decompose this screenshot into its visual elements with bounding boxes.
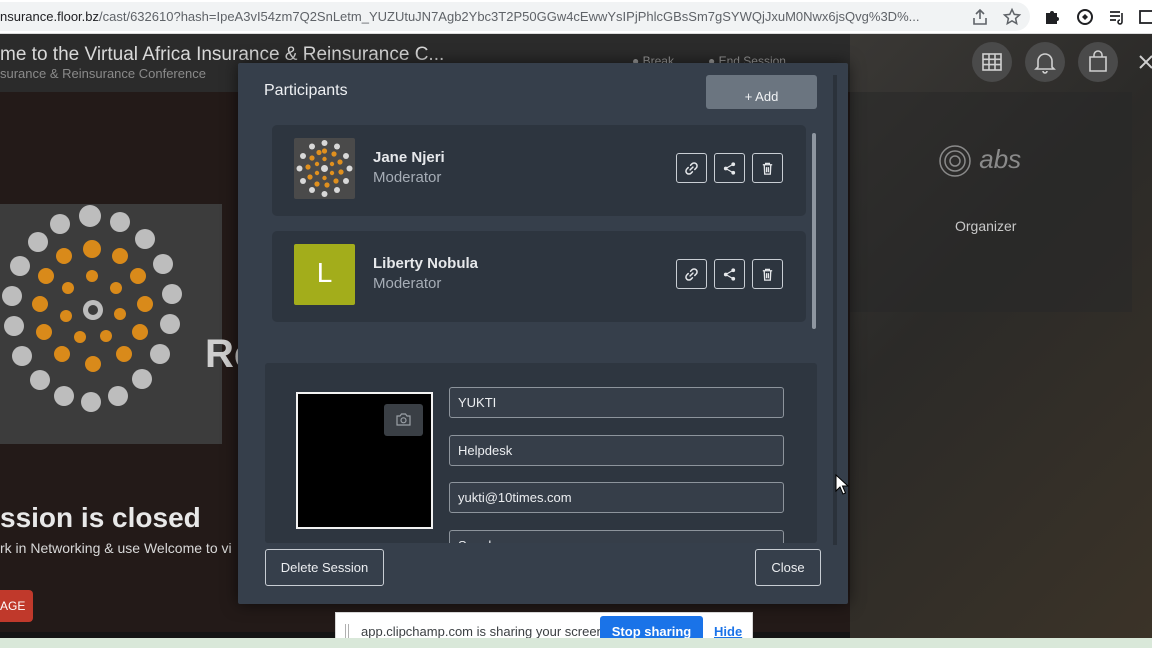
- camera-icon: [396, 413, 411, 426]
- delete-session-button[interactable]: Delete Session: [265, 549, 384, 586]
- new-participant-form: [265, 363, 817, 543]
- avatar: L: [294, 244, 355, 305]
- trash-icon: [762, 268, 773, 281]
- participants-modal: Participants + Add Jane Njeri Moderator …: [238, 63, 848, 604]
- add-participant-button[interactable]: + Add: [706, 75, 817, 109]
- grid-view-button[interactable]: [972, 42, 1012, 82]
- hide-link[interactable]: Hide: [714, 624, 742, 639]
- bell-icon: [1034, 53, 1056, 74]
- participant-role: Moderator: [373, 275, 442, 292]
- participant-role: Moderator: [373, 169, 442, 186]
- share-participant-button[interactable]: [714, 153, 745, 183]
- notifications-button[interactable]: [1025, 42, 1065, 82]
- upload-photo-button[interactable]: [384, 404, 423, 436]
- delete-participant-button[interactable]: [752, 153, 783, 183]
- drag-handle[interactable]: [345, 624, 349, 638]
- close-button[interactable]: Close: [755, 549, 821, 586]
- share-page-icon[interactable]: [970, 7, 990, 27]
- url-host: nsurance.floor.bz: [0, 9, 100, 24]
- share-participant-button[interactable]: [714, 259, 745, 289]
- extensions-puzzle-icon[interactable]: [1042, 7, 1062, 27]
- participants-scrollbar[interactable]: [812, 133, 816, 329]
- organizer-logo: abs: [938, 144, 1021, 178]
- name-field[interactable]: [449, 387, 784, 418]
- grid-icon: [982, 53, 1002, 71]
- share-icon: [723, 162, 736, 175]
- conference-logo-icon: [2, 205, 182, 412]
- event-subtitle: surance & Reinsurance Conference: [0, 66, 206, 81]
- participants-list: Jane Njeri Moderator L Liberty Nobula Mo…: [272, 125, 806, 389]
- taskbar-strip: [0, 638, 1152, 648]
- link-icon: [685, 162, 698, 175]
- participant-name: Liberty Nobula: [373, 255, 479, 272]
- mouse-cursor-icon: [835, 474, 849, 495]
- participant-card: L Liberty Nobula Moderator: [272, 231, 806, 322]
- side-panel-icon[interactable]: [1138, 7, 1152, 27]
- bag-icon: [1089, 50, 1107, 72]
- shopping-bag-button[interactable]: [1078, 42, 1118, 82]
- url-path: /cast/632610?hash=IpeA3vI54zm7Q2SnLetm_Y…: [99, 9, 920, 24]
- sharing-message: app.clipchamp.com is sharing your screen…: [361, 624, 608, 639]
- delete-participant-button[interactable]: [752, 259, 783, 289]
- conference-logo-avatar-icon: [294, 138, 355, 199]
- browser-toolbar: nsurance.floor.bz/cast/632610?hash=IpeA3…: [0, 0, 1152, 34]
- address-bar[interactable]: nsurance.floor.bz/cast/632610?hash=IpeA3…: [0, 2, 1030, 31]
- bookmark-star-icon[interactable]: [1002, 7, 1022, 27]
- photo-upload-preview[interactable]: [296, 392, 433, 529]
- organizer-label: Organizer: [955, 218, 1017, 234]
- modal-title: Participants: [264, 82, 348, 99]
- conference-logo: [0, 204, 222, 444]
- participant-type-field[interactable]: [449, 530, 784, 543]
- organizer-panel: [850, 92, 1132, 312]
- extension-icon[interactable]: [1075, 7, 1095, 27]
- share-icon: [723, 268, 736, 281]
- avatar: [294, 138, 355, 199]
- email-field[interactable]: [449, 482, 784, 513]
- close-icon[interactable]: [1138, 52, 1152, 72]
- copy-link-button[interactable]: [676, 153, 707, 183]
- organizer-logo-text: abs: [979, 144, 1022, 174]
- media-queue-icon[interactable]: [1107, 7, 1127, 27]
- organizer-logo-icon: [939, 145, 971, 177]
- designation-field[interactable]: [449, 435, 784, 466]
- session-closed-heading: ssion is closed: [0, 502, 201, 533]
- participant-card: Jane Njeri Moderator: [272, 125, 806, 216]
- link-icon: [685, 268, 698, 281]
- copy-link-button[interactable]: [676, 259, 707, 289]
- session-closed-subtext: rk in Networking & use Welcome to vi: [0, 540, 232, 556]
- participant-name: Jane Njeri: [373, 149, 445, 166]
- stage-button[interactable]: AGE: [0, 590, 33, 622]
- trash-icon: [762, 162, 773, 175]
